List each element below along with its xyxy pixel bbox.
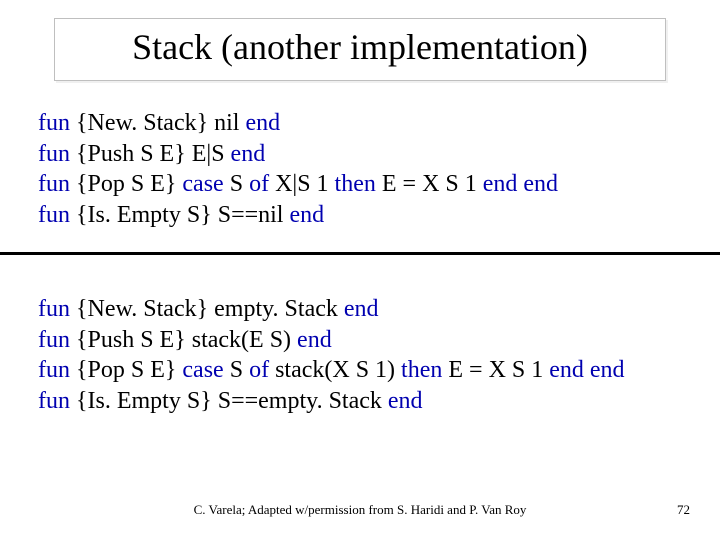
keyword-case: case (182, 357, 223, 383)
footer-credit: C. Varela; Adapted w/permission from S. … (0, 502, 720, 518)
keyword-end: end (549, 357, 584, 383)
code-text: {Pop S E} (76, 357, 182, 383)
code-text: {Is. Empty S} S==empty. Stack (76, 388, 388, 414)
keyword-end: end (523, 171, 558, 197)
keyword-fun: fun (38, 171, 70, 197)
code-text: {Is. Empty S} S==nil (76, 202, 289, 228)
code-text: E = X S 1 (382, 171, 483, 197)
keyword-end: end (245, 110, 280, 136)
keyword-case: case (182, 171, 223, 197)
code-line: fun {Pop S E} case S of stack(X S 1) the… (38, 355, 688, 386)
keyword-fun: fun (38, 141, 70, 167)
code-line: fun {Is. Empty S} S==empty. Stack end (38, 386, 688, 417)
keyword-end: end (297, 327, 332, 353)
keyword-fun: fun (38, 327, 70, 353)
divider-line (0, 252, 720, 255)
code-line: fun {Push S E} E|S end (38, 139, 688, 170)
keyword-then: then (401, 357, 442, 383)
keyword-end: end (483, 171, 518, 197)
title-box: Stack (another implementation) (54, 18, 666, 81)
code-text: {Pop S E} (76, 171, 182, 197)
code-line: fun {Pop S E} case S of X|S 1 then E = X… (38, 169, 688, 200)
code-text: S (230, 357, 249, 383)
code-text: S (230, 171, 249, 197)
code-text: {New. Stack} nil (76, 110, 245, 136)
code-text: X|S 1 (275, 171, 334, 197)
code-text: {New. Stack} empty. Stack (76, 296, 344, 322)
keyword-end: end (231, 141, 266, 167)
code-block-2: fun {New. Stack} empty. Stack end fun {P… (38, 294, 688, 417)
keyword-of: of (249, 171, 269, 197)
page-number: 72 (677, 502, 690, 518)
keyword-fun: fun (38, 202, 70, 228)
keyword-fun: fun (38, 296, 70, 322)
code-line: fun {Is. Empty S} S==nil end (38, 200, 688, 231)
code-text: E = X S 1 (448, 357, 549, 383)
keyword-end: end (590, 357, 625, 383)
code-block-1: fun {New. Stack} nil end fun {Push S E} … (38, 108, 688, 231)
code-text: {Push S E} stack(E S) (76, 327, 297, 353)
code-line: fun {New. Stack} nil end (38, 108, 688, 139)
slide: Stack (another implementation) fun {New.… (0, 0, 720, 540)
footer: C. Varela; Adapted w/permission from S. … (0, 502, 720, 518)
keyword-end: end (289, 202, 324, 228)
code-line: fun {New. Stack} empty. Stack end (38, 294, 688, 325)
code-text: stack(X S 1) (275, 357, 401, 383)
keyword-of: of (249, 357, 269, 383)
keyword-end: end (388, 388, 423, 414)
keyword-fun: fun (38, 110, 70, 136)
code-text: {Push S E} E|S (76, 141, 231, 167)
keyword-fun: fun (38, 357, 70, 383)
keyword-then: then (335, 171, 376, 197)
slide-title: Stack (another implementation) (71, 27, 649, 68)
keyword-fun: fun (38, 388, 70, 414)
keyword-end: end (344, 296, 379, 322)
code-line: fun {Push S E} stack(E S) end (38, 325, 688, 356)
